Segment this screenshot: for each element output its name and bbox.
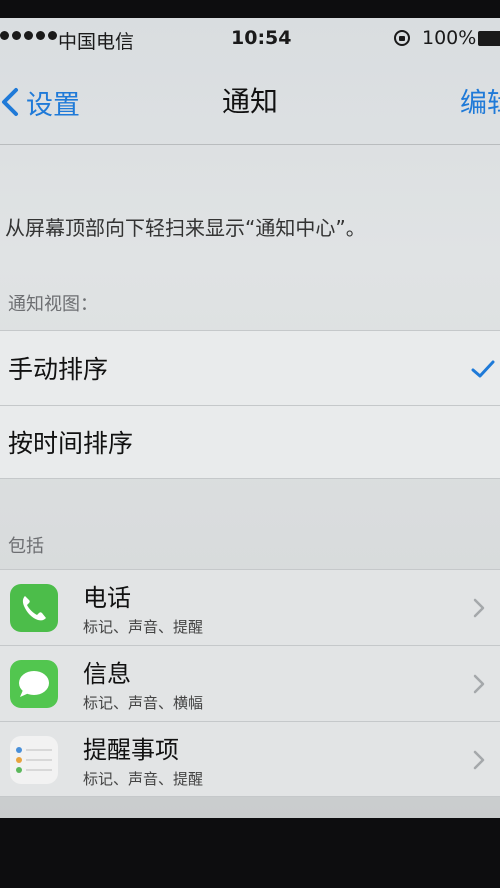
- carrier-label: 中国电信: [58, 31, 135, 53]
- chevron-right-icon: [473, 750, 485, 770]
- rotation-lock-icon: [394, 30, 410, 46]
- app-name: 提醒事项: [83, 736, 179, 764]
- app-alert-detail: 标记、声音、提醒: [83, 618, 204, 636]
- section-header-notification-view: 通知视图：: [8, 294, 98, 315]
- reminders-icon: [10, 736, 58, 784]
- app-row-messages[interactable]: 信息 标记、声音、横幅: [0, 645, 500, 721]
- edit-button[interactable]: 编辑: [460, 84, 500, 124]
- notification-center-hint: 从屏幕顶部向下轻扫来显示“通知中心”。: [5, 216, 366, 240]
- phone-icon: [10, 584, 58, 632]
- checkmark-icon: [471, 360, 495, 378]
- option-label: 手动排序: [8, 355, 109, 384]
- chevron-right-icon: [473, 674, 485, 694]
- app-alert-detail: 标记、声音、提醒: [83, 770, 204, 788]
- chevron-right-icon: [473, 598, 485, 618]
- app-name: 电话: [83, 584, 131, 612]
- status-time: 10:54: [231, 27, 292, 49]
- app-row-reminders[interactable]: 提醒事项 标记、声音、提醒: [0, 721, 500, 797]
- app-name: 信息: [83, 660, 131, 688]
- signal-icon: [0, 31, 57, 40]
- option-sort-by-time[interactable]: 按时间排序: [0, 405, 500, 479]
- app-alert-detail: 标记、声音、横幅: [83, 694, 204, 712]
- phone-screen: 中国电信 10:54 100% 设置 通知 编辑 从屏幕顶部向下轻扫来显示“通知…: [0, 18, 500, 818]
- option-manual-sort[interactable]: 手动排序: [0, 330, 500, 405]
- status-bar: 中国电信 10:54 100%: [0, 18, 500, 60]
- section-header-include: 包括: [8, 536, 44, 557]
- battery-icon: [478, 31, 500, 46]
- app-row-phone[interactable]: 电话 标记、声音、提醒: [0, 569, 500, 645]
- navigation-bar: 设置 通知 编辑: [0, 60, 500, 145]
- battery-percentage: 100%: [422, 27, 477, 49]
- option-label: 按时间排序: [8, 429, 134, 458]
- messages-icon: [10, 660, 58, 708]
- page-title: 通知: [221, 85, 278, 118]
